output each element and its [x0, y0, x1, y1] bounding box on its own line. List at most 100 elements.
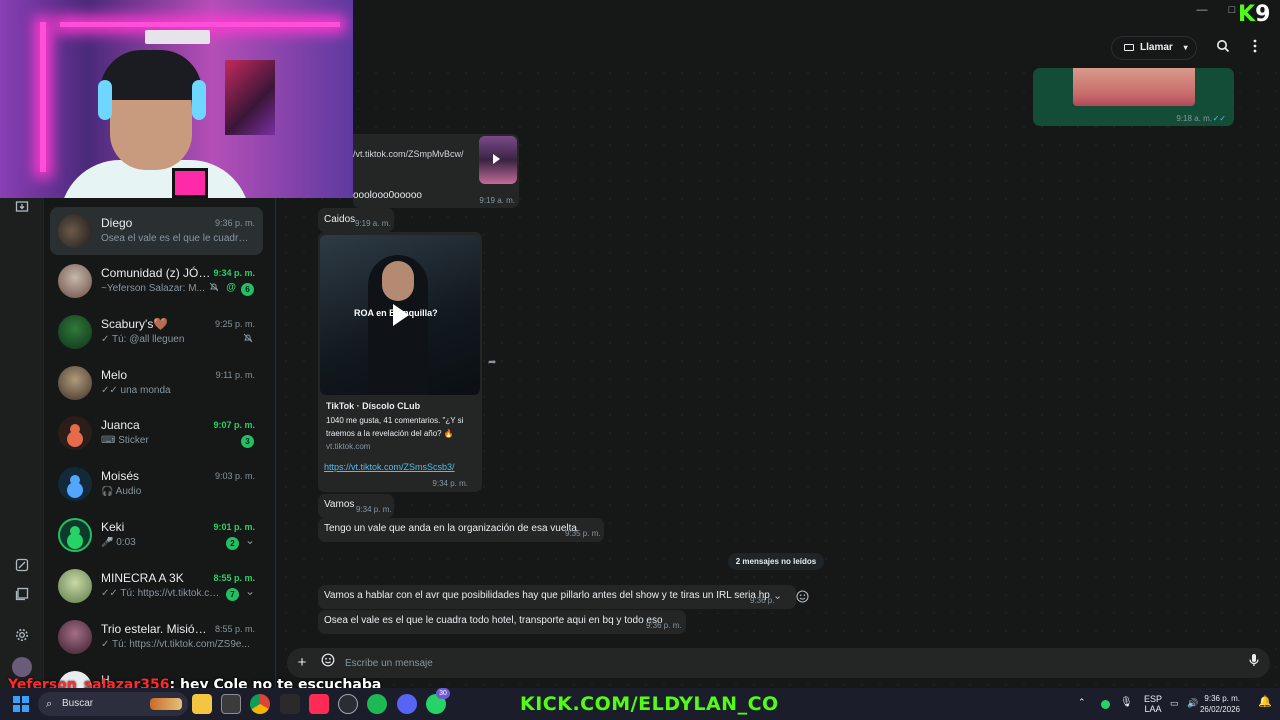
message-time: 9:35 p. m.	[565, 529, 601, 538]
incoming-text-message[interactable]: Caidos 9:19 a. m.	[318, 208, 394, 232]
system-clock[interactable]: 9:36 p. m. 26/02/2026	[1200, 693, 1240, 715]
chat-item-scabury[interactable]: Scabury's🤎 9:25 p. m. ✓ Tú: @all lleguen	[50, 308, 263, 356]
message-time: 9:36 p. m.	[646, 621, 682, 630]
muted-icon	[243, 333, 253, 346]
message-text: Vamos	[324, 499, 355, 510]
status-icon[interactable]	[12, 557, 32, 577]
chevron-down-icon: ▾	[1183, 43, 1188, 52]
led-strip-left	[40, 22, 46, 172]
chat-item-moises[interactable]: Moisés 9:03 p. m. 🎧 Audio	[50, 460, 263, 508]
volume-icon[interactable]: 🔊	[1187, 698, 1198, 708]
chat-time: 8:55 p. m.	[213, 573, 255, 583]
spotify-icon[interactable]	[367, 694, 387, 714]
chat-preview: 🎧 Audio	[101, 486, 142, 497]
incoming-text-message[interactable]: Osea el vale es el que le cuadra todo ho…	[318, 610, 686, 634]
message-time: 9:34 p. m.	[356, 505, 392, 514]
webcam-person-hair	[100, 50, 202, 100]
chat-time: 9:11 p. m.	[215, 370, 255, 380]
media-icon[interactable]	[12, 586, 32, 606]
message-time: 9:36 p.	[750, 596, 775, 605]
chat-item-melo[interactable]: Melo 9:11 p. m. ✓✓ una monda	[50, 359, 263, 407]
tiktok-icon[interactable]	[309, 694, 329, 714]
chat-preview: ✓ Tú: @all lleguen	[101, 334, 185, 345]
chat-item-keki[interactable]: Keki 9:01 p. m. 🎤 0:03 2 ⌄	[50, 511, 263, 559]
stream-logo-k: K	[1238, 2, 1256, 27]
play-icon	[493, 154, 500, 164]
avatar	[58, 620, 92, 654]
incoming-link-message[interactable]: /vt.tiktok.com/ZSmpMvBcw/ ooolooo0ooooo …	[353, 134, 519, 208]
discord-icon[interactable]	[397, 694, 417, 714]
chat-item-trio[interactable]: Trio estelar. Misión: R... 8:55 p. m. ✓ …	[50, 613, 263, 661]
play-icon[interactable]	[393, 304, 409, 326]
video-camera-icon	[1124, 44, 1134, 51]
whatsapp-window: — □ K9 Diego 9:36 p. m. Osea el vale es …	[0, 0, 1280, 693]
epic-games-icon[interactable]	[280, 694, 300, 714]
search-icon[interactable]	[1213, 38, 1233, 58]
whatsapp-taskbar-icon[interactable]: 30	[426, 688, 450, 714]
store-icon[interactable]	[221, 694, 241, 714]
chevron-down-icon[interactable]: ⌄	[773, 589, 782, 602]
minimize-button[interactable]: —	[1192, 4, 1212, 20]
microphone-icon[interactable]: 🎙	[1120, 698, 1133, 708]
language-indicator[interactable]: ESP LAA	[1144, 694, 1162, 714]
unread-badge: 7	[226, 588, 239, 601]
led-strip-top	[60, 22, 340, 27]
incoming-text-message[interactable]: Vamos a hablar con el avr que posibilida…	[318, 585, 796, 609]
wall-poster	[225, 60, 275, 135]
notification-bell-icon[interactable]: 🔔	[1258, 697, 1272, 708]
more-options-icon[interactable]	[1245, 38, 1265, 58]
profile-avatar[interactable]	[12, 657, 32, 677]
attach-plus-icon[interactable]: +	[292, 653, 312, 673]
windows-start-icon[interactable]	[13, 696, 29, 712]
chat-item-minecra[interactable]: MINECRA A 3K 8:55 p. m. ✓✓ Tú: https://v…	[50, 562, 263, 610]
muted-icon	[209, 282, 219, 295]
microphone-icon[interactable]	[1244, 653, 1264, 673]
video-thumbnail[interactable]: ROA en B...nquilla?	[320, 235, 480, 395]
chat-time: 9:03 p. m.	[214, 471, 255, 481]
avatar	[58, 366, 92, 400]
air-conditioner	[145, 30, 210, 44]
link-preview-title: TikTok · Díscolo CLub	[326, 401, 421, 411]
image-thumbnail[interactable]	[1073, 68, 1195, 106]
chat-preview: ~Yeferson Salazar: M...	[101, 283, 205, 294]
chat-item-juanca[interactable]: Juanca 9:07 p. m. ⌨ Sticker 3	[50, 409, 263, 457]
chevron-down-icon[interactable]: ⌄	[245, 584, 255, 598]
settings-icon[interactable]	[12, 627, 32, 647]
tray-overflow-icon[interactable]: ⌃	[1078, 697, 1086, 707]
search-label: Buscar	[62, 698, 94, 709]
link-text[interactable]: /vt.tiktok.com/ZSmpMvBcw/	[353, 149, 464, 159]
chat-preview: ✓✓ Tú: https://vt.tiktok.com...	[101, 588, 223, 599]
sticker-emoji-icon[interactable]	[318, 653, 338, 673]
chat-time: 9:25 p. m.	[214, 319, 255, 329]
unread-badge: 6	[241, 283, 254, 296]
message-input[interactable]	[345, 654, 1195, 672]
video-face	[382, 261, 414, 301]
message-link[interactable]: https://vt.tiktok.com/ZSmsScsb3/	[324, 462, 455, 472]
network-icon[interactable]: ▭	[1170, 698, 1179, 708]
link-thumbnail[interactable]	[479, 136, 517, 184]
chrome-icon[interactable]	[250, 694, 270, 714]
windows-taskbar: ⌕ Buscar 30 KICK.COM/ELDYLAN_CO ⌃ 🎙 ESP …	[0, 688, 1280, 720]
link-preview-description: 1040 me gusta, 41 comentarios. "¿Y si tr…	[326, 416, 464, 438]
message-composer: +	[287, 648, 1270, 678]
forward-icon[interactable]: ➦	[488, 357, 496, 368]
chat-item-comunidad[interactable]: Comunidad (z) JÓVE... 9:34 p. m. ~Yefers…	[50, 257, 263, 305]
message-time: 9:34 p. m.	[432, 479, 468, 488]
incoming-text-message[interactable]: Tengo un vale que anda en la organizació…	[318, 518, 604, 542]
chat-item-diego[interactable]: Diego 9:36 p. m. Osea el vale es el que …	[50, 207, 263, 255]
obs-icon[interactable]	[338, 694, 358, 714]
tray-status-dot[interactable]	[1101, 700, 1110, 709]
chevron-down-icon[interactable]: ⌄	[245, 533, 255, 547]
outgoing-image-message[interactable]: 9:18 a. m. ✓✓	[1033, 68, 1234, 126]
chat-name: Trio estelar. Misión: R...	[101, 622, 211, 636]
message-text: Vamos a hablar con el avr que posibilida…	[324, 590, 770, 601]
call-button[interactable]: Llamar ▾	[1111, 36, 1197, 60]
incoming-video-link-message[interactable]: ROA en B...nquilla? TikTok · Díscolo CLu…	[318, 232, 482, 492]
chat-time: 9:01 p. m.	[213, 522, 255, 532]
file-explorer-icon[interactable]	[192, 694, 212, 714]
emoji-react-icon[interactable]	[796, 590, 810, 604]
archive-icon[interactable]	[12, 198, 32, 218]
incoming-text-message[interactable]: Vamos 9:34 p. m.	[318, 494, 394, 518]
unread-badge: 2	[226, 537, 239, 550]
chat-preview: Osea el vale es el que le cuadra to...	[101, 233, 251, 244]
